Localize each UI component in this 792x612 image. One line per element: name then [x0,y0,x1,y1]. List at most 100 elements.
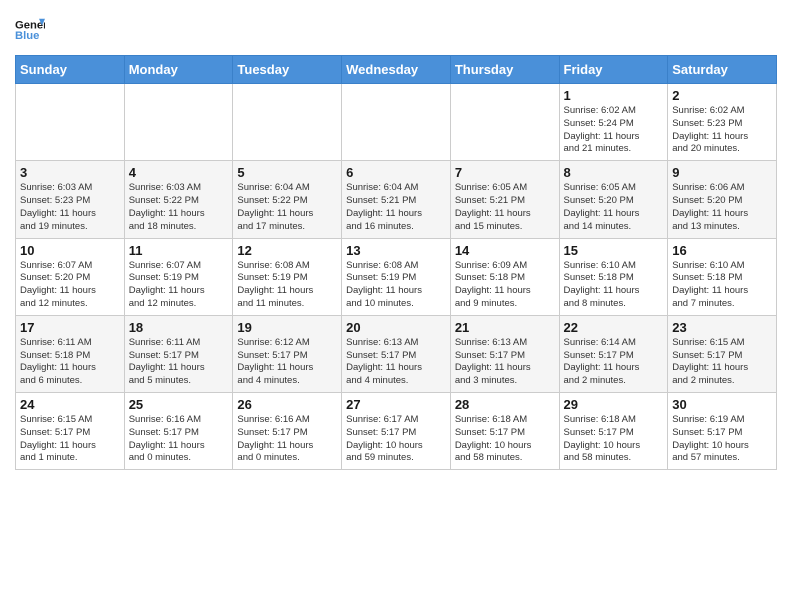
day-info: Sunrise: 6:11 AM Sunset: 5:17 PM Dayligh… [129,337,229,388]
day-info: Sunrise: 6:13 AM Sunset: 5:17 PM Dayligh… [455,337,555,388]
day-info: Sunrise: 6:05 AM Sunset: 5:21 PM Dayligh… [455,182,555,233]
day-number: 1 [564,88,664,103]
day-info: Sunrise: 6:10 AM Sunset: 5:18 PM Dayligh… [564,260,664,311]
day-info: Sunrise: 6:04 AM Sunset: 5:21 PM Dayligh… [346,182,446,233]
day-info: Sunrise: 6:08 AM Sunset: 5:19 PM Dayligh… [237,260,337,311]
calendar-cell: 12Sunrise: 6:08 AM Sunset: 5:19 PM Dayli… [233,238,342,315]
weekday-header-sunday: Sunday [16,56,125,84]
day-number: 20 [346,320,446,335]
weekday-header-thursday: Thursday [450,56,559,84]
calendar-cell: 9 Sunrise: 6:06 AM Sunset: 5:20 PM Daylig… [668,161,777,238]
day-info: Sunrise: 6:05 AM Sunset: 5:20 PM Dayligh… [564,182,664,233]
day-number: 16 [672,243,772,258]
day-number: 2 [672,88,772,103]
calendar-cell: 20Sunrise: 6:13 AM Sunset: 5:17 PM Dayli… [342,315,451,392]
day-info: Sunrise: 6:12 AM Sunset: 5:17 PM Dayligh… [237,337,337,388]
day-number: 4 [129,165,229,180]
day-info: Sunrise: 6:15 AM Sunset: 5:17 PM Dayligh… [20,414,120,465]
day-info: Sunrise: 6:06 AM Sunset: 5:20 PM Dayligh… [672,182,772,233]
day-info: Sunrise: 6:08 AM Sunset: 5:19 PM Dayligh… [346,260,446,311]
calendar-cell: 10 Sunrise: 6:07 AM Sunset: 5:20 PM Dayli… [16,238,125,315]
calendar-cell: 8 Sunrise: 6:05 AM Sunset: 5:20 PM Daylig… [559,161,668,238]
week-row-1: 3 Sunrise: 6:03 AM Sunset: 5:23 PM Daylig… [16,161,777,238]
day-number: 15 [564,243,664,258]
day-number: 5 [237,165,337,180]
calendar-cell [342,84,451,161]
weekday-header-saturday: Saturday [668,56,777,84]
day-info: Sunrise: 6:07 AM Sunset: 5:19 PM Dayligh… [129,260,229,311]
calendar-cell [450,84,559,161]
day-number: 28 [455,397,555,412]
day-number: 21 [455,320,555,335]
day-number: 14 [455,243,555,258]
day-info: Sunrise: 6:02 AM Sunset: 5:23 PM Dayligh… [672,105,772,156]
calendar-cell: 7 Sunrise: 6:05 AM Sunset: 5:21 PM Daylig… [450,161,559,238]
calendar-cell: 3 Sunrise: 6:03 AM Sunset: 5:23 PM Daylig… [16,161,125,238]
day-number: 25 [129,397,229,412]
day-number: 17 [20,320,120,335]
day-number: 6 [346,165,446,180]
day-number: 29 [564,397,664,412]
weekday-header-tuesday: Tuesday [233,56,342,84]
calendar-cell: 29 Sunrise: 6:18 AM Sunset: 5:17 PM Dayli… [559,393,668,470]
week-row-0: 1Sunrise: 6:02 AM Sunset: 5:24 PM Daylig… [16,84,777,161]
calendar-cell: 17 Sunrise: 6:11 AM Sunset: 5:18 PM Dayli… [16,315,125,392]
calendar-cell: 28 Sunrise: 6:18 AM Sunset: 5:17 PM Dayli… [450,393,559,470]
svg-text:Blue: Blue [15,30,39,42]
day-number: 3 [20,165,120,180]
day-number: 10 [20,243,120,258]
day-number: 26 [237,397,337,412]
calendar-cell: 4 Sunrise: 6:03 AM Sunset: 5:22 PM Daylig… [124,161,233,238]
calendar-cell [124,84,233,161]
calendar-cell: 16Sunrise: 6:10 AM Sunset: 5:18 PM Dayli… [668,238,777,315]
day-number: 18 [129,320,229,335]
day-number: 11 [129,243,229,258]
day-info: Sunrise: 6:18 AM Sunset: 5:17 PM Dayligh… [564,414,664,465]
day-info: Sunrise: 6:15 AM Sunset: 5:17 PM Dayligh… [672,337,772,388]
calendar-cell: 6 Sunrise: 6:04 AM Sunset: 5:21 PM Daylig… [342,161,451,238]
day-info: Sunrise: 6:09 AM Sunset: 5:18 PM Dayligh… [455,260,555,311]
calendar-cell: 26 Sunrise: 6:16 AM Sunset: 5:17 PM Dayli… [233,393,342,470]
day-info: Sunrise: 6:04 AM Sunset: 5:22 PM Dayligh… [237,182,337,233]
calendar-cell: 23 Sunrise: 6:15 AM Sunset: 5:17 PM Dayli… [668,315,777,392]
calendar-cell: 19 Sunrise: 6:12 AM Sunset: 5:17 PM Dayli… [233,315,342,392]
day-number: 19 [237,320,337,335]
day-info: Sunrise: 6:07 AM Sunset: 5:20 PM Dayligh… [20,260,120,311]
header: General Blue [15,15,777,45]
day-number: 9 [672,165,772,180]
calendar-cell: 22Sunrise: 6:14 AM Sunset: 5:17 PM Dayli… [559,315,668,392]
day-number: 24 [20,397,120,412]
day-info: Sunrise: 6:18 AM Sunset: 5:17 PM Dayligh… [455,414,555,465]
day-info: Sunrise: 6:19 AM Sunset: 5:17 PM Dayligh… [672,414,772,465]
day-number: 23 [672,320,772,335]
logo-icon: General Blue [15,15,45,45]
week-row-3: 17 Sunrise: 6:11 AM Sunset: 5:18 PM Dayli… [16,315,777,392]
logo: General Blue [15,15,49,45]
day-number: 27 [346,397,446,412]
day-info: Sunrise: 6:11 AM Sunset: 5:18 PM Dayligh… [20,337,120,388]
calendar-cell: 25Sunrise: 6:16 AM Sunset: 5:17 PM Dayli… [124,393,233,470]
day-number: 8 [564,165,664,180]
weekday-header-row: SundayMondayTuesdayWednesdayThursdayFrid… [16,56,777,84]
calendar-cell [16,84,125,161]
calendar-cell: 15 Sunrise: 6:10 AM Sunset: 5:18 PM Dayli… [559,238,668,315]
day-info: Sunrise: 6:03 AM Sunset: 5:22 PM Dayligh… [129,182,229,233]
weekday-header-friday: Friday [559,56,668,84]
day-info: Sunrise: 6:03 AM Sunset: 5:23 PM Dayligh… [20,182,120,233]
calendar-cell: 14 Sunrise: 6:09 AM Sunset: 5:18 PM Dayli… [450,238,559,315]
calendar-cell: 24 Sunrise: 6:15 AM Sunset: 5:17 PM Dayli… [16,393,125,470]
day-number: 30 [672,397,772,412]
page: General Blue SundayMondayTuesdayWednesda… [0,0,792,485]
calendar-cell: 30 Sunrise: 6:19 AM Sunset: 5:17 PM Dayli… [668,393,777,470]
calendar-cell: 13Sunrise: 6:08 AM Sunset: 5:19 PM Dayli… [342,238,451,315]
calendar-cell: 11 Sunrise: 6:07 AM Sunset: 5:19 PM Dayli… [124,238,233,315]
day-number: 7 [455,165,555,180]
calendar-cell: 21 Sunrise: 6:13 AM Sunset: 5:17 PM Dayli… [450,315,559,392]
calendar-cell: 27 Sunrise: 6:17 AM Sunset: 5:17 PM Dayli… [342,393,451,470]
day-info: Sunrise: 6:17 AM Sunset: 5:17 PM Dayligh… [346,414,446,465]
calendar-cell: 5 Sunrise: 6:04 AM Sunset: 5:22 PM Daylig… [233,161,342,238]
day-info: Sunrise: 6:14 AM Sunset: 5:17 PM Dayligh… [564,337,664,388]
day-info: Sunrise: 6:16 AM Sunset: 5:17 PM Dayligh… [237,414,337,465]
calendar-cell [233,84,342,161]
calendar-cell: 18 Sunrise: 6:11 AM Sunset: 5:17 PM Dayli… [124,315,233,392]
